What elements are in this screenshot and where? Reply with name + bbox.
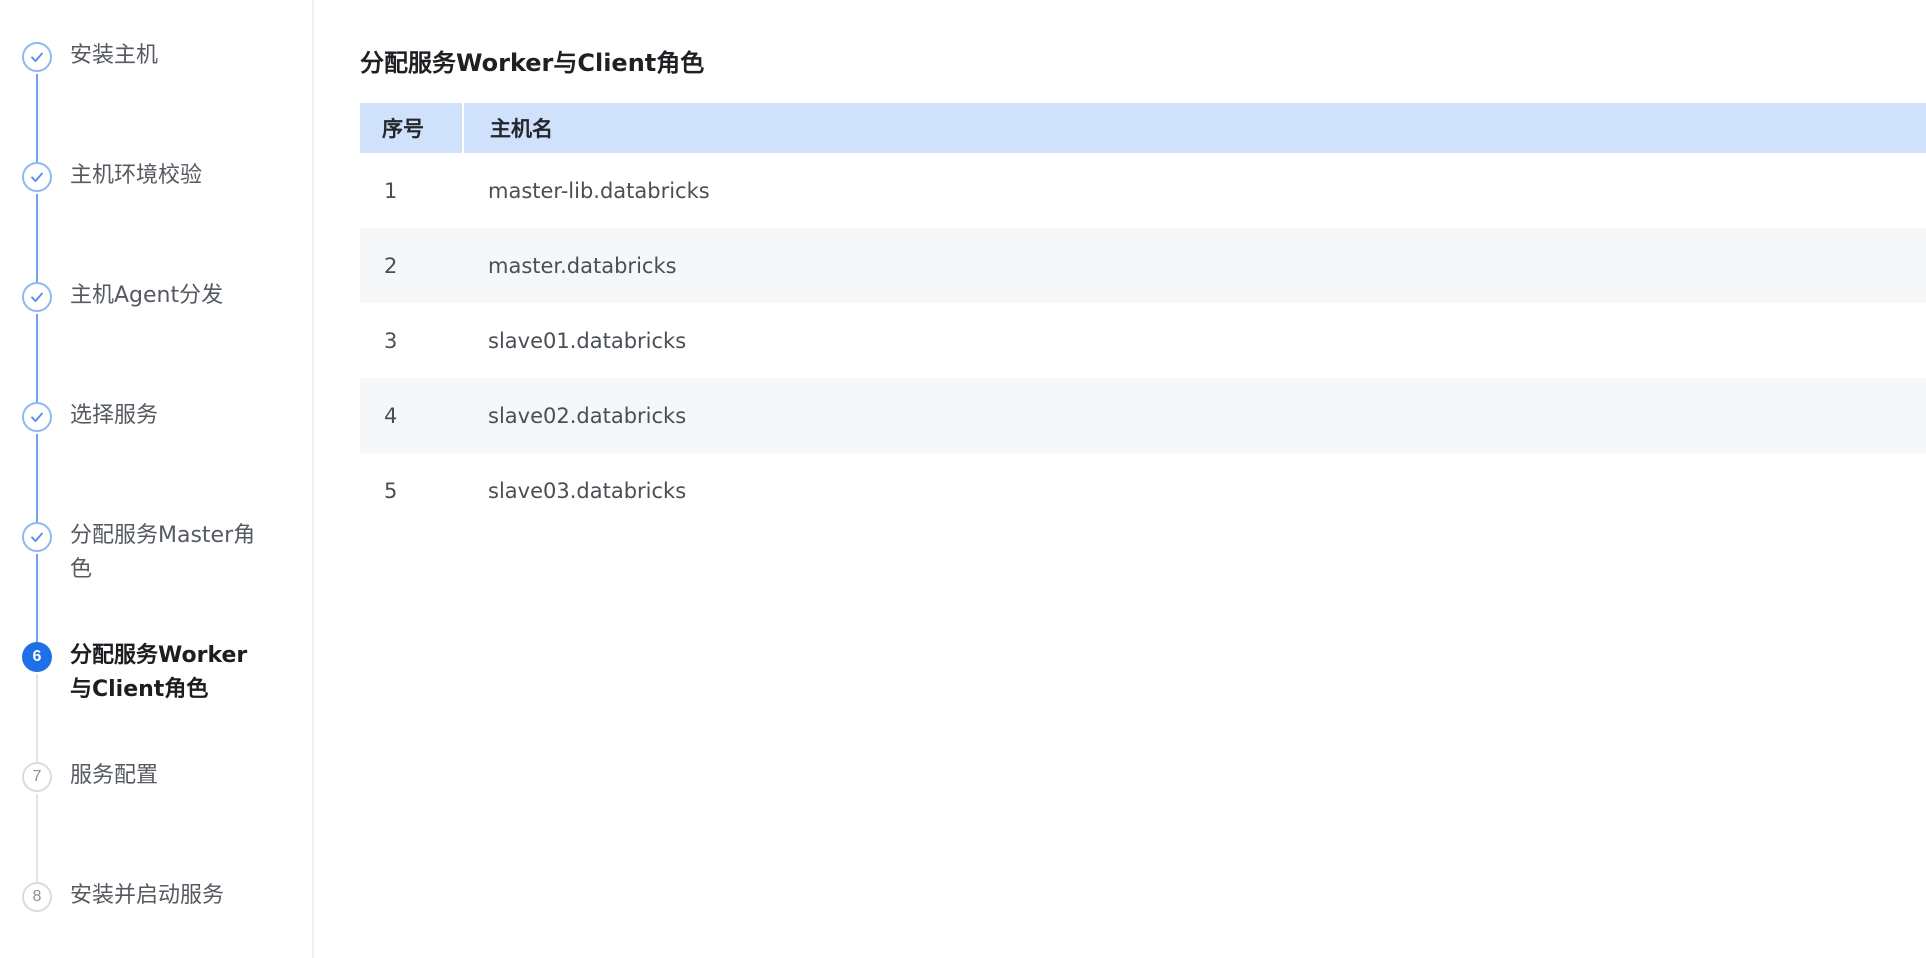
step-label: 安装并启动服务 xyxy=(70,883,225,908)
table-row[interactable]: 5 slave03.databricks xyxy=(360,453,1926,528)
table-row[interactable]: 3 slave01.databricks xyxy=(360,303,1926,378)
step-label: 服务配置 xyxy=(70,763,159,788)
cell-hostname: master.databricks xyxy=(488,253,677,278)
step-navigator: 安装主机 主机环境校验 主机Agent分发 选择服务 分配服务Master角色 … xyxy=(0,0,314,958)
check-circle-icon xyxy=(22,282,52,312)
table-row[interactable]: 1 master-lib.databricks xyxy=(360,153,1926,228)
step-label: 主机Agent分发 xyxy=(70,283,224,308)
cell-hostname: slave01.databricks xyxy=(488,328,687,353)
step-label: 分配服务Worker与Client角色 xyxy=(70,643,248,702)
step-number-icon: 8 xyxy=(22,882,52,912)
table-row[interactable]: 4 slave02.databricks xyxy=(360,378,1926,453)
column-header-index: 序号 xyxy=(360,103,464,153)
cell-index: 1 xyxy=(384,178,398,203)
check-circle-icon xyxy=(22,402,52,432)
cell-hostname: slave03.databricks xyxy=(488,478,687,503)
step-connector-todo xyxy=(36,674,38,764)
step-label: 分配服务Master角色 xyxy=(70,523,256,582)
check-circle-icon xyxy=(22,162,52,192)
column-header-hostname: 主机名 xyxy=(490,117,553,141)
step-number-icon: 7 xyxy=(22,762,52,792)
step-label: 主机环境校验 xyxy=(70,163,203,188)
page-title: 分配服务Worker与Client角色 xyxy=(360,49,705,77)
cell-index: 4 xyxy=(384,403,398,428)
cell-index: 2 xyxy=(384,253,398,278)
check-circle-icon xyxy=(22,42,52,72)
cell-hostname: master-lib.databricks xyxy=(488,178,710,203)
step-connector-done xyxy=(36,434,38,524)
install-wizard: 安装主机 主机环境校验 主机Agent分发 选择服务 分配服务Master角色 … xyxy=(0,0,1926,958)
step-connector-todo xyxy=(36,794,38,884)
cell-index: 3 xyxy=(384,328,398,353)
step-connector-done xyxy=(36,314,38,404)
main-content: 分配服务Worker与Client角色 序号 主机名 1 master-lib.… xyxy=(314,0,1926,958)
step-connector-done xyxy=(36,194,38,284)
step-connector-done xyxy=(36,554,38,644)
check-circle-icon xyxy=(22,522,52,552)
step-number-icon: 6 xyxy=(22,642,52,672)
step-connector-done xyxy=(36,74,38,162)
table-header: 序号 主机名 xyxy=(360,103,1926,153)
cell-hostname: slave02.databricks xyxy=(488,403,687,428)
table-row[interactable]: 2 master.databricks xyxy=(360,228,1926,303)
cell-index: 5 xyxy=(384,478,398,503)
step-label: 安装主机 xyxy=(70,43,159,68)
step-label: 选择服务 xyxy=(70,403,159,428)
host-table: 序号 主机名 1 master-lib.databricks 2 master.… xyxy=(360,103,1926,528)
